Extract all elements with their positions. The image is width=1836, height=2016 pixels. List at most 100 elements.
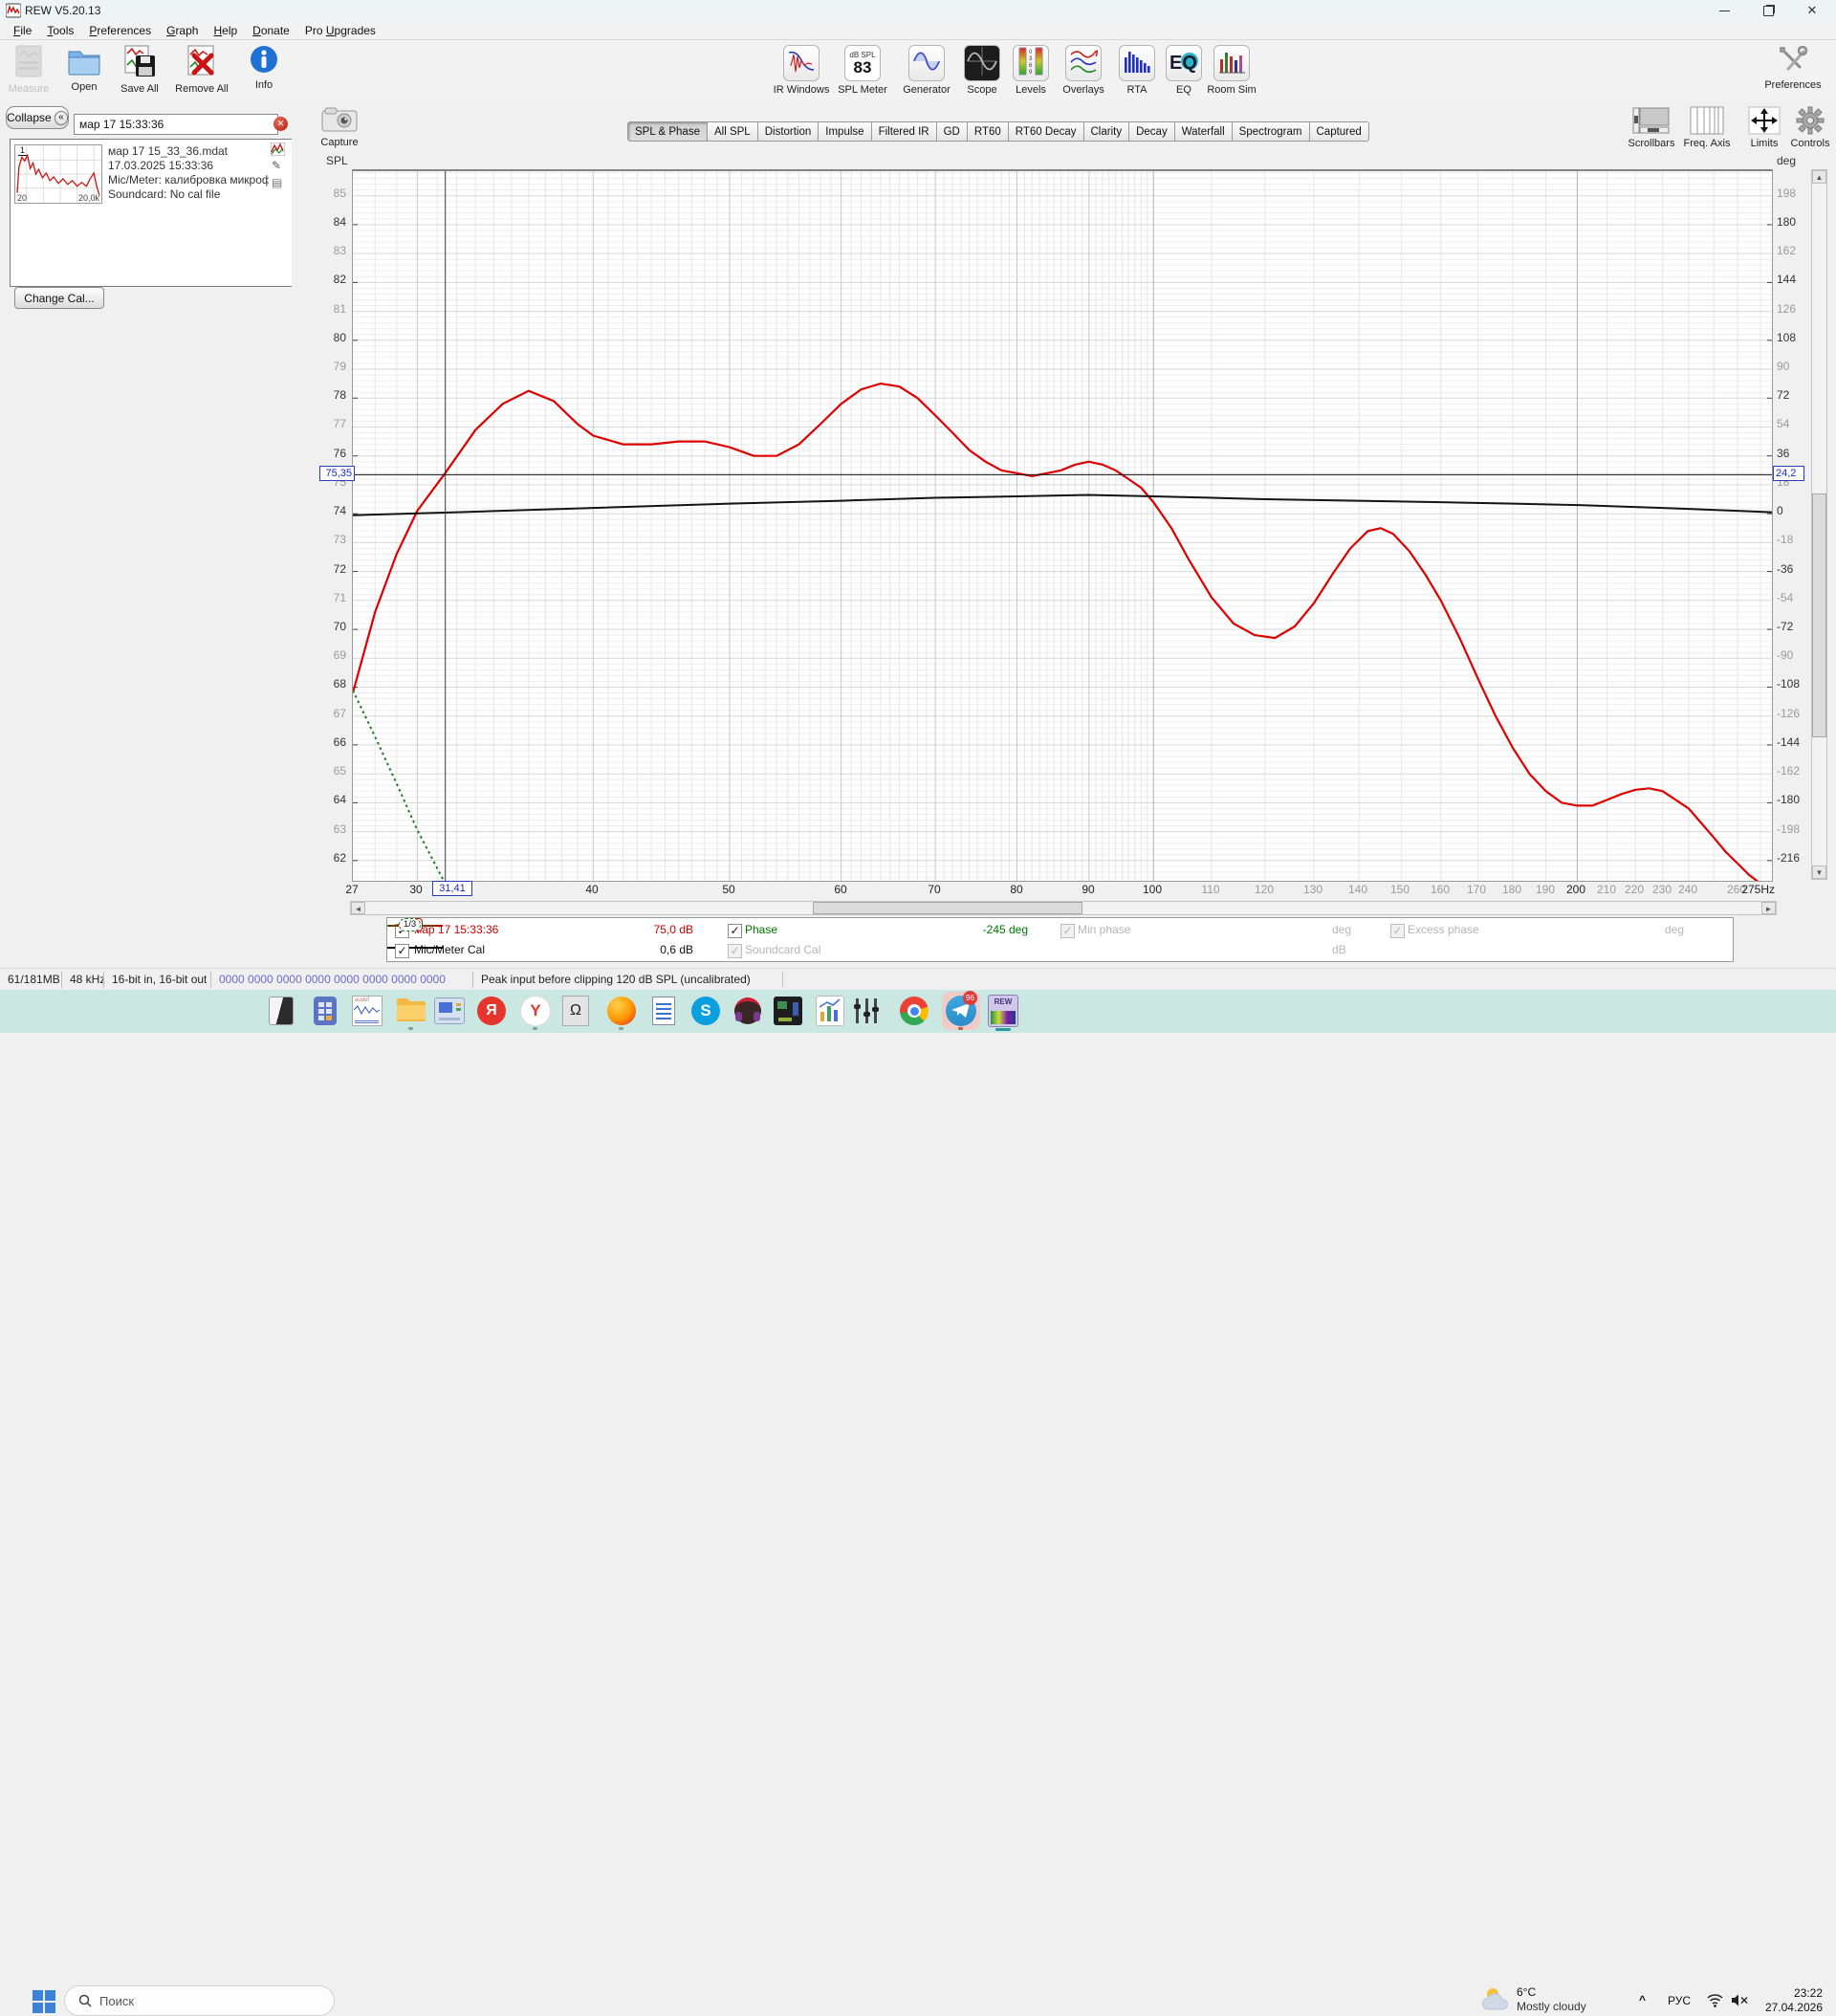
- taskbar-yandex[interactable]: Я: [474, 994, 509, 1028]
- levels-button[interactable]: 0369: [1013, 45, 1049, 81]
- horizontal-scroll-thumb[interactable]: [813, 902, 1082, 914]
- limits-button[interactable]: Limits: [1738, 105, 1790, 149]
- scroll-left-arrow[interactable]: ◄: [351, 902, 365, 914]
- menu-help[interactable]: Help: [206, 22, 245, 39]
- edit-pencil-icon[interactable]: ✎: [272, 159, 281, 172]
- menu-pro-upgrades[interactable]: Pro Upgrades: [297, 22, 383, 39]
- status-segment-4: Peak input before clipping 120 dB SPL (u…: [473, 972, 783, 988]
- capture-label: Capture: [316, 137, 363, 148]
- tab-spectrogram[interactable]: Spectrogram: [1233, 121, 1310, 142]
- phase-checkbox[interactable]: ✓: [728, 924, 742, 938]
- taskbar-calculator[interactable]: [308, 994, 342, 1028]
- soundcard-cal-checkbox[interactable]: ✓: [728, 944, 742, 958]
- left-tick-65: 65: [316, 764, 346, 778]
- taskbar-media-player[interactable]: [771, 994, 805, 1028]
- taskbar-equalizer[interactable]: [849, 994, 884, 1028]
- vertical-scrollbar[interactable]: ▲ ▼: [1811, 169, 1827, 880]
- notes-icon[interactable]: ▤: [272, 176, 282, 189]
- scope-button[interactable]: [964, 45, 1000, 81]
- menu-graph[interactable]: Graph: [159, 22, 206, 39]
- restore-button[interactable]: [1746, 0, 1790, 21]
- weather-desc: Mostly cloudy: [1517, 2000, 1586, 2014]
- excess-phase-checkbox[interactable]: ✓: [1390, 924, 1405, 938]
- preferences-button[interactable]: Preferences: [1760, 46, 1826, 91]
- measure-button: Measure: [4, 44, 54, 95]
- rew-icon: REW: [988, 995, 1018, 1027]
- measurement-name-input[interactable]: [74, 114, 278, 135]
- scroll-down-arrow[interactable]: ▼: [1812, 866, 1826, 879]
- remove-all-button[interactable]: Remove All: [170, 44, 233, 95]
- tab-impulse[interactable]: Impulse: [819, 121, 871, 142]
- tab-rt60-decay[interactable]: RT60 Decay: [1009, 121, 1084, 142]
- change-cal-button[interactable]: Change Cal...: [14, 287, 104, 309]
- generator-button[interactable]: [908, 45, 945, 81]
- trace-color-icon[interactable]: [271, 142, 285, 156]
- tab-decay[interactable]: Decay: [1129, 121, 1175, 142]
- taskbar-analytics[interactable]: [813, 994, 847, 1028]
- minimize-button[interactable]: [1702, 0, 1746, 21]
- taskbar-file-explorer[interactable]: [394, 994, 428, 1028]
- tab-distortion[interactable]: Distortion: [758, 121, 820, 142]
- scroll-right-arrow[interactable]: ►: [1761, 902, 1776, 914]
- tab-waterfall[interactable]: Waterfall: [1175, 121, 1233, 142]
- tab-filtered-ir[interactable]: Filtered IR: [872, 121, 937, 142]
- clock[interactable]: 23:22 27.04.2026: [1760, 1986, 1823, 2015]
- delete-measurement-button[interactable]: ✕: [273, 117, 288, 131]
- mic-cal-checkbox[interactable]: ✓: [395, 944, 409, 958]
- plot-area[interactable]: [352, 169, 1773, 882]
- freq-axis-button[interactable]: Freq. Axis: [1681, 105, 1733, 149]
- room-sim-button[interactable]: [1213, 45, 1250, 81]
- rta-button[interactable]: [1119, 45, 1155, 81]
- info-button[interactable]: Info: [239, 44, 289, 95]
- taskbar-audio-editor[interactable]: audof: [350, 994, 384, 1028]
- collapse-button[interactable]: Collapse «: [6, 106, 69, 129]
- search-box[interactable]: Поиск: [64, 1985, 335, 2016]
- taskbar-rew[interactable]: REW: [986, 994, 1020, 1028]
- controls-button[interactable]: Controls: [1784, 105, 1836, 149]
- taskbar-graphics-settings[interactable]: [432, 994, 467, 1028]
- taskbar-yandex-browser[interactable]: Y: [518, 994, 553, 1028]
- menu-tools[interactable]: Tools: [39, 22, 81, 39]
- min-phase-checkbox[interactable]: ✓: [1060, 924, 1075, 938]
- scroll-up-arrow[interactable]: ▲: [1812, 170, 1826, 184]
- x-tick-30: 30: [397, 883, 435, 896]
- close-button[interactable]: ✕: [1790, 0, 1834, 21]
- tab-spl-phase[interactable]: SPL & Phase: [627, 121, 708, 142]
- weather-widget[interactable]: 6°C Mostly cloudy: [1480, 1984, 1586, 2015]
- tray-expand-button[interactable]: ^: [1639, 1993, 1646, 2006]
- menu-donate[interactable]: Donate: [245, 22, 297, 39]
- measurement-file: мар 17 15_33_36.mdat: [108, 144, 269, 159]
- speaker-muted-icon[interactable]: [1731, 1993, 1749, 2007]
- wifi-icon[interactable]: [1707, 1993, 1723, 2007]
- tab-rt60[interactable]: RT60: [968, 121, 1009, 142]
- spl-meter-button[interactable]: dB SPL83: [844, 45, 881, 81]
- sticky-notes-icon: [269, 997, 294, 1025]
- open-icon: [59, 44, 109, 79]
- overlays-button[interactable]: [1065, 45, 1102, 81]
- taskbar-office[interactable]: Ω: [558, 994, 593, 1028]
- ir-windows-button[interactable]: [783, 45, 820, 81]
- measurement-item[interactable]: 1 20 20,0k мар 17 15_33_36.mdat 17.03.20…: [11, 140, 290, 208]
- menu-file[interactable]: File: [6, 22, 39, 39]
- save-all-button[interactable]: Save All: [115, 44, 164, 95]
- language-indicator[interactable]: РУС: [1668, 1994, 1691, 2007]
- tab-gd[interactable]: GD: [937, 121, 968, 142]
- start-button[interactable]: [33, 1990, 55, 2013]
- horizontal-scrollbar[interactable]: ◄ ►: [350, 901, 1777, 915]
- taskbar-sticky-notes[interactable]: [264, 994, 298, 1028]
- taskbar-audio-manager[interactable]: [731, 994, 765, 1028]
- tab-all-spl[interactable]: All SPL: [708, 121, 758, 142]
- eq-button[interactable]: EQ: [1166, 45, 1202, 81]
- taskbar-notes[interactable]: [646, 994, 681, 1028]
- scrollbars-button[interactable]: Scrollbars: [1626, 105, 1677, 149]
- menu-preferences[interactable]: Preferences: [81, 22, 159, 39]
- vertical-scroll-thumb[interactable]: [1812, 493, 1826, 737]
- tab-captured[interactable]: Captured: [1310, 121, 1369, 142]
- taskbar-chrome[interactable]: [897, 994, 931, 1028]
- taskbar-skype[interactable]: S: [688, 994, 723, 1028]
- tab-clarity[interactable]: Clarity: [1084, 121, 1130, 142]
- measurement-soundcard: Soundcard: No cal file: [108, 187, 269, 202]
- capture-button[interactable]: Capture: [316, 107, 363, 148]
- taskbar-firefox[interactable]: [604, 994, 639, 1028]
- open-button[interactable]: Open: [59, 44, 109, 95]
